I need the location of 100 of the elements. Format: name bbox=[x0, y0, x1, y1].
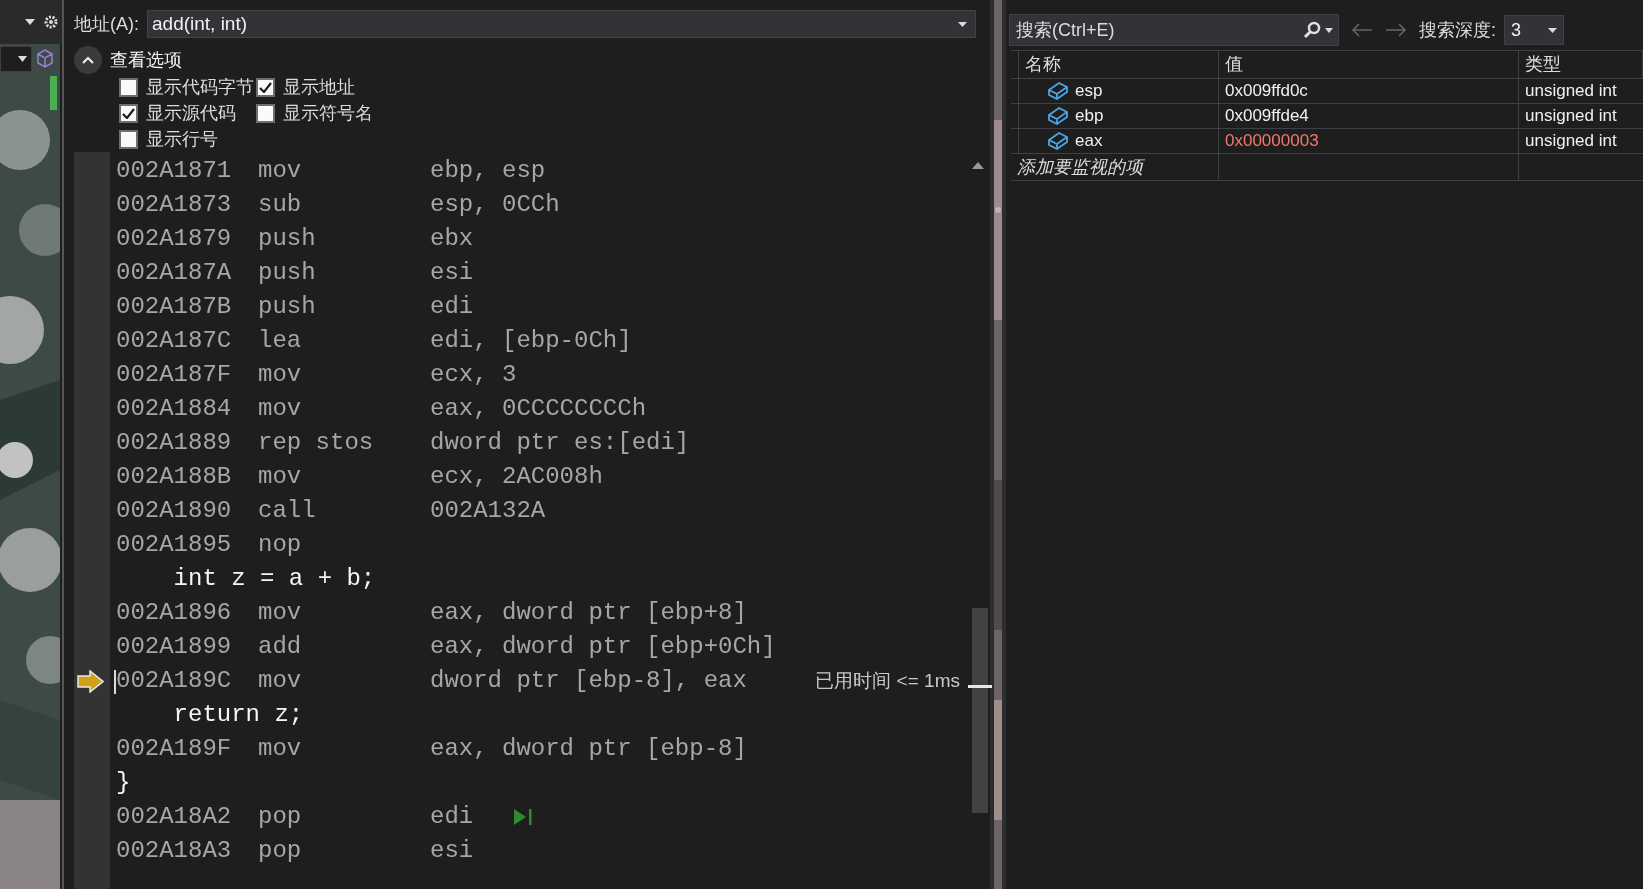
address: 002A18A3 bbox=[116, 836, 233, 866]
dropdown-arrow-icon bbox=[18, 56, 27, 62]
address: 002A187A bbox=[116, 258, 233, 288]
dropdown-arrow-icon[interactable] bbox=[24, 18, 36, 26]
variable-type: unsigned int bbox=[1525, 130, 1617, 153]
address-label: 地址(A): bbox=[74, 12, 139, 36]
address: 002A1890 bbox=[116, 496, 233, 526]
mnemonic: rep stos bbox=[258, 428, 375, 458]
position-marker bbox=[968, 685, 992, 688]
operands: edi bbox=[430, 292, 474, 322]
address: 002A1896 bbox=[116, 598, 233, 628]
source-line: int z = a + b; bbox=[172, 564, 376, 594]
address: 002A1879 bbox=[116, 224, 233, 254]
mnemonic: push bbox=[258, 258, 317, 288]
column-header[interactable]: 类型 bbox=[1525, 51, 1561, 78]
address: 002A187F bbox=[116, 360, 233, 390]
operands: ebp, esp bbox=[430, 156, 546, 186]
address: 002A188B bbox=[116, 462, 233, 492]
operands: ecx, 2AC008h bbox=[430, 462, 603, 492]
dropdown-arrow-icon[interactable] bbox=[1325, 27, 1333, 33]
variable-value: 0x009ffde4 bbox=[1225, 105, 1309, 128]
options-title: 查看选项 bbox=[110, 48, 182, 72]
address: 002A187B bbox=[116, 292, 233, 322]
mnemonic: nop bbox=[258, 530, 303, 560]
forward-arrow-icon[interactable] bbox=[1385, 23, 1407, 37]
operands: edi bbox=[430, 802, 474, 832]
address: 002A1899 bbox=[116, 632, 233, 662]
column-header[interactable]: 名称 bbox=[1025, 51, 1061, 78]
search-depth-label: 搜索深度: bbox=[1419, 18, 1496, 42]
source-line: return z; bbox=[172, 700, 304, 730]
check-icon bbox=[259, 81, 272, 93]
cube-icon[interactable] bbox=[36, 48, 54, 70]
scroll-up-icon[interactable] bbox=[972, 162, 984, 169]
search-icon[interactable] bbox=[1303, 21, 1321, 39]
operands: eax, dword ptr [ebp+0Ch] bbox=[430, 632, 776, 662]
mnemonic: mov bbox=[258, 360, 303, 390]
option-label: 显示地址 bbox=[283, 75, 355, 99]
checkbox[interactable] bbox=[119, 103, 138, 123]
option-label: 显示行号 bbox=[146, 127, 218, 151]
search-field[interactable]: 搜索(Ctrl+E) bbox=[1009, 14, 1339, 46]
mnemonic: push bbox=[258, 224, 317, 254]
scrollbar-thumb[interactable] bbox=[972, 608, 988, 813]
mnemonic: add bbox=[258, 632, 303, 662]
operands: eax, 0CCCCCCCCh bbox=[430, 394, 647, 424]
run-to-cursor-icon[interactable] bbox=[513, 808, 534, 826]
dropdown-arrow-icon bbox=[958, 21, 967, 27]
checkbox[interactable] bbox=[256, 77, 275, 97]
address: 002A187C bbox=[116, 326, 233, 356]
mnemonic: pop bbox=[258, 802, 303, 832]
operands: ecx, 3 bbox=[430, 360, 517, 390]
add-watch-item[interactable]: 添加要监视的项 bbox=[1017, 153, 1143, 181]
variable-name: esp bbox=[1075, 80, 1103, 103]
mnemonic: mov bbox=[258, 394, 303, 424]
variable-type: unsigned int bbox=[1525, 80, 1617, 103]
mnemonic: call bbox=[258, 496, 317, 526]
address-dropdown[interactable]: add(int, int) bbox=[147, 10, 976, 38]
checkbox[interactable] bbox=[119, 77, 138, 97]
elapsed-time: 已用时间 <= 1ms bbox=[815, 668, 960, 693]
operands: dword ptr [ebp-8], eax bbox=[430, 666, 747, 696]
operands: edi, [ebp-0Ch] bbox=[430, 326, 632, 356]
source-line: } bbox=[116, 768, 131, 798]
address: 002A189F bbox=[116, 734, 233, 764]
mnemonic: mov bbox=[258, 156, 303, 186]
address: 002A1871 bbox=[116, 156, 233, 186]
mnemonic: push bbox=[258, 292, 317, 322]
mnemonic: mov bbox=[258, 666, 303, 696]
check-icon bbox=[122, 107, 135, 119]
option-label: 显示源代码 bbox=[146, 101, 236, 125]
address: 002A1895 bbox=[116, 530, 233, 560]
operands: eax, dword ptr [ebp+8] bbox=[430, 598, 747, 628]
back-arrow-icon[interactable] bbox=[1351, 23, 1373, 37]
cube-icon bbox=[1047, 106, 1069, 126]
checkbox[interactable] bbox=[256, 103, 275, 123]
variable-value: 0x009ffd0c bbox=[1225, 80, 1308, 103]
cube-icon bbox=[1047, 81, 1069, 101]
address: 002A18A2 bbox=[116, 802, 233, 832]
settings-icon[interactable] bbox=[44, 15, 58, 29]
operands: dword ptr es:[edi] bbox=[430, 428, 690, 458]
option-label: 显示代码字节 bbox=[146, 75, 254, 99]
cube-icon bbox=[1047, 131, 1069, 151]
mnemonic: mov bbox=[258, 462, 303, 492]
checkbox[interactable] bbox=[119, 129, 138, 149]
depth-dropdown[interactable]: 3 bbox=[1504, 15, 1564, 45]
mnemonic: mov bbox=[258, 598, 303, 628]
operands: esi bbox=[430, 836, 474, 866]
operands: eax, dword ptr [ebp-8] bbox=[430, 734, 747, 764]
column-header[interactable]: 值 bbox=[1225, 51, 1243, 78]
operands: esi bbox=[430, 258, 474, 288]
collapse-button[interactable] bbox=[74, 46, 102, 74]
operands: ebx bbox=[430, 224, 474, 254]
variable-type: unsigned int bbox=[1525, 105, 1617, 128]
address: 002A1884 bbox=[116, 394, 233, 424]
change-bar bbox=[50, 76, 57, 110]
mnemonic: sub bbox=[258, 190, 303, 220]
operands: esp, 0CCh bbox=[430, 190, 560, 220]
variable-name: eax bbox=[1075, 130, 1103, 153]
mnemonic: lea bbox=[258, 326, 303, 356]
variable-name: ebp bbox=[1075, 105, 1104, 128]
option-label: 显示符号名 bbox=[283, 101, 373, 125]
dropdown[interactable] bbox=[0, 46, 32, 72]
